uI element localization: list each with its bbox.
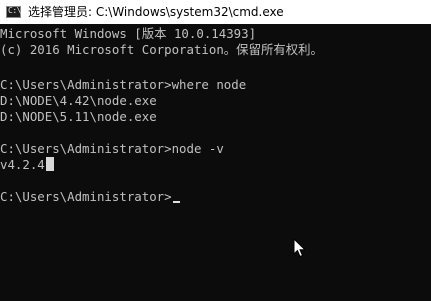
console-icon[interactable]: C:\ [6, 6, 21, 18]
console-line-text: C:\Users\Administrator>node -v [0, 141, 224, 156]
console-line-text: D:\NODE\4.42\node.exe [0, 93, 157, 108]
console-output[interactable]: Microsoft Windows [版本 10.0.14393] (c) 20… [0, 24, 431, 301]
console-line: C:\Users\Administrator>where node [0, 77, 246, 93]
console-line-text: Microsoft Windows [版本 10.0.14393] [0, 26, 257, 41]
title-bar[interactable]: C:\ 选择管理员: C:\Windows\system32\cmd.exe [0, 0, 431, 24]
console-line: Microsoft Windows [版本 10.0.14393] [0, 26, 256, 42]
console-line: D:\NODE\5.11\node.exe [0, 109, 157, 125]
console-line: (c) 2016 Microsoft Corporation。保留所有权利。 [0, 42, 323, 58]
window-title: 选择管理员: C:\Windows\system32\cmd.exe [28, 5, 284, 19]
console-line-text: (c) 2016 Microsoft Corporation。保留所有权利。 [0, 42, 323, 57]
console-line: C:\Users\Administrator>node -v [0, 141, 224, 157]
text-cursor [172, 201, 180, 203]
console-prompt-line: C:\Users\Administrator> [0, 189, 180, 205]
cmd-window: C:\ 选择管理员: C:\Windows\system32\cmd.exe M… [0, 0, 431, 301]
mouse-pointer-icon [293, 238, 307, 258]
console-prompt-text: C:\Users\Administrator> [0, 189, 172, 204]
console-line: v4.2.4 [0, 157, 54, 173]
console-line-text: C:\Users\Administrator>where node [0, 77, 247, 92]
selection-cursor [45, 157, 54, 171]
console-line: D:\NODE\4.42\node.exe [0, 93, 157, 109]
console-icon-glyph: C:\ [8, 6, 21, 15]
console-line-text: v4.2.4 [0, 157, 45, 172]
console-line-text: D:\NODE\5.11\node.exe [0, 109, 157, 124]
